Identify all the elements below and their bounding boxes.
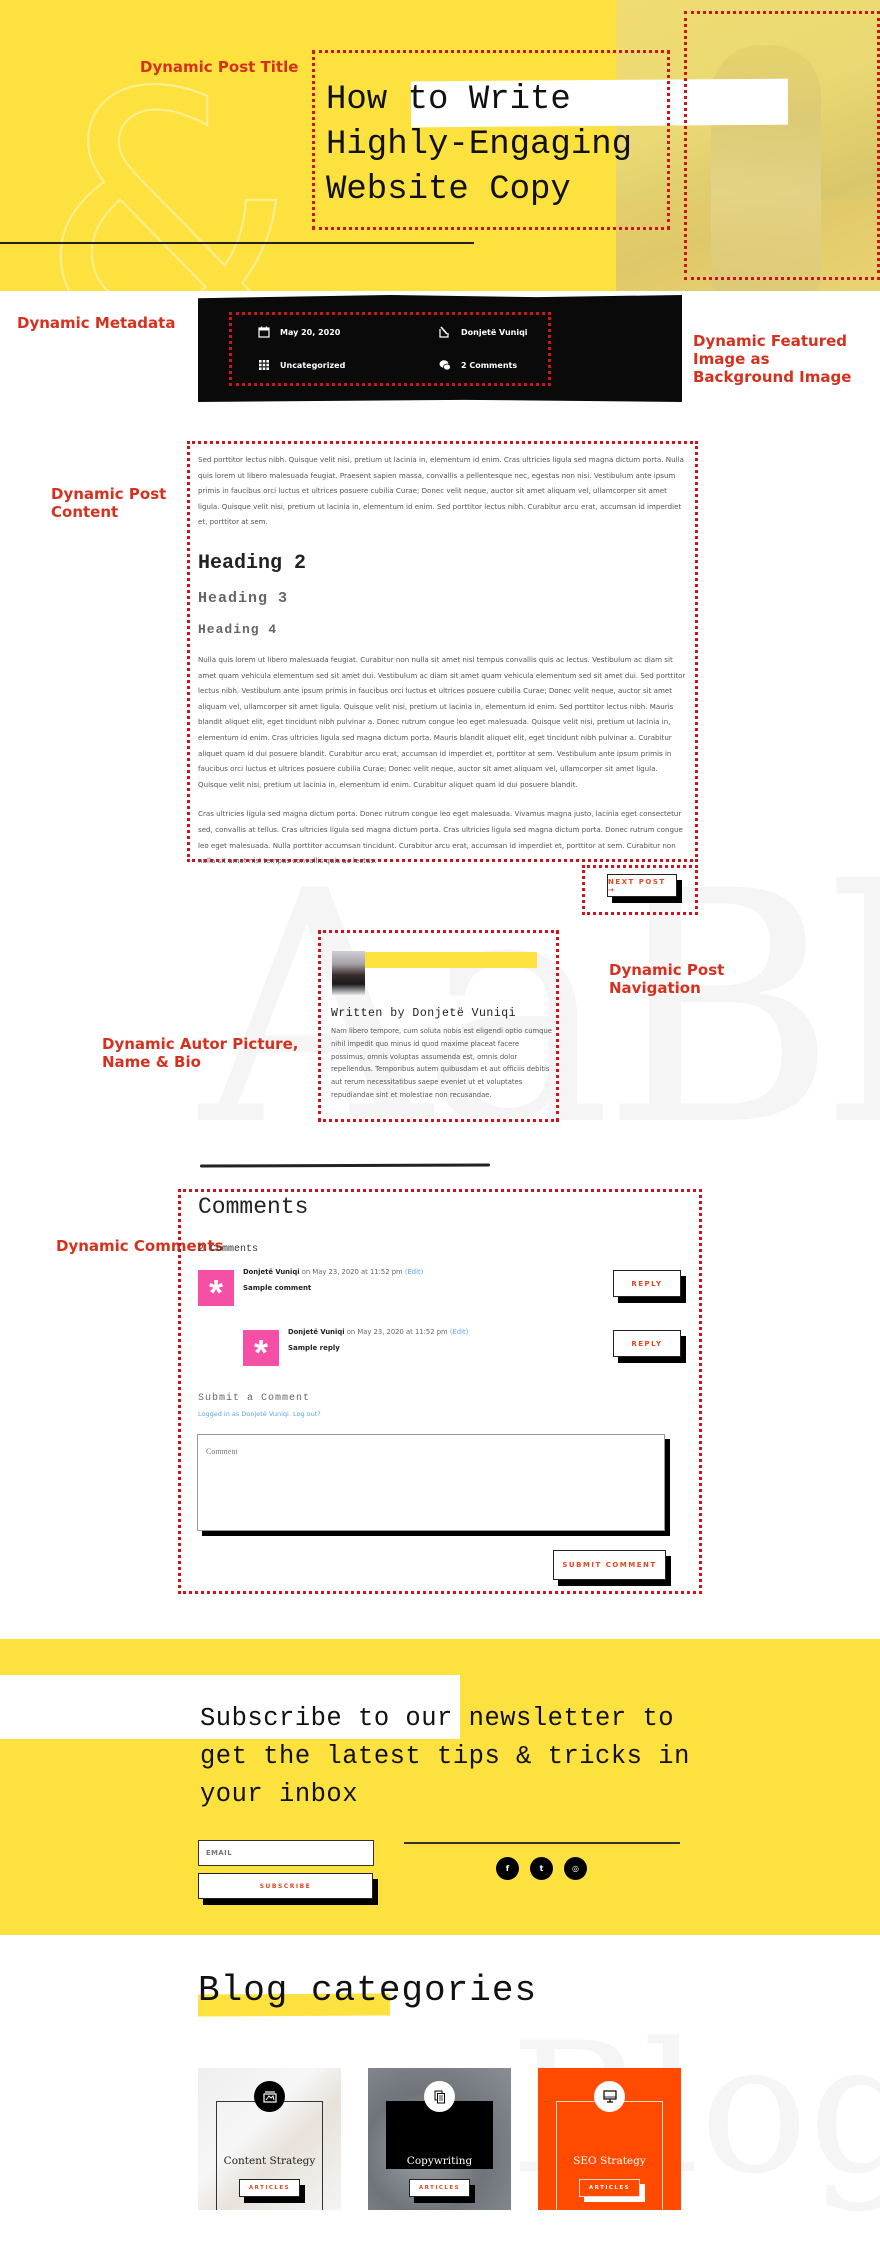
reply-button[interactable]: REPLY — [613, 1270, 681, 1297]
facebook-icon[interactable]: f — [496, 1857, 519, 1880]
meta-author-text: Donjetë Vuniqi — [461, 327, 528, 337]
next-post-button[interactable]: NEXT POST → — [607, 874, 677, 897]
author-name: Written by Donjetë Vuniqi — [331, 1007, 517, 1020]
comment-avatar: * — [198, 1270, 234, 1311]
comment-avatar: * — [243, 1330, 279, 1371]
logged-in-link[interactable]: Logged in as Donjetë Vuniqi. Log out? — [198, 1410, 321, 1418]
hero-divider-line — [0, 242, 474, 244]
comment-textarea[interactable] — [197, 1434, 665, 1531]
author-avatar — [332, 951, 365, 995]
annotation-metadata: Dynamic Metadata — [17, 314, 176, 332]
comment-date: on May 23, 2020 at 11:52 pm — [344, 1328, 450, 1336]
articles-button[interactable]: ARTICLES — [579, 2179, 640, 2197]
comment-date: on May 23, 2020 at 11:52 pm — [299, 1268, 405, 1276]
annotation-author: Dynamic Autor Picture, Name & Bio — [102, 1035, 299, 1071]
comments-count: 2 Comments — [198, 1244, 259, 1255]
edit-icon — [439, 326, 451, 338]
articles-button[interactable]: ARTICLES — [409, 2179, 470, 2197]
hero-section: & How to Write Highly-Engaging Website C… — [0, 0, 880, 291]
metadata-outline — [229, 312, 551, 386]
category-card-copywriting[interactable]: Copywriting ARTICLES — [368, 2068, 511, 2210]
category-label: Copywriting — [406, 2155, 473, 2167]
email-input[interactable] — [198, 1840, 374, 1866]
ampersand-decoration: & — [39, 23, 298, 291]
meta-author[interactable]: Donjetë Vuniqi — [439, 326, 528, 338]
category-label: Content Strategy — [223, 2155, 316, 2167]
category-card-content-strategy[interactable]: Content Strategy ARTICLES — [198, 2068, 341, 2210]
grid-icon — [258, 359, 270, 371]
comments-title: Comments — [198, 1194, 309, 1220]
content-heading-4: Heading 4 — [198, 621, 278, 637]
comment-text: Sample comment — [243, 1284, 312, 1292]
submit-comment-button[interactable]: SUBMIT COMMENT — [553, 1550, 666, 1580]
title-outline — [312, 50, 670, 230]
annotation-post-title: Dynamic Post Title — [140, 58, 299, 76]
meta-date: May 20, 2020 — [258, 326, 340, 338]
content-paragraph-3: Cras ultricies ligula sed magna dictum p… — [198, 809, 683, 866]
meta-category[interactable]: Uncategorized — [258, 359, 345, 371]
comment-edit-link[interactable]: (Edit) — [405, 1268, 423, 1276]
annotation-post-content: Dynamic Post Content — [51, 485, 167, 521]
author-highlight — [355, 952, 537, 968]
featured-image-outline — [684, 11, 880, 280]
calendar-icon — [258, 326, 270, 338]
comment-author[interactable]: Donjetë Vuniqi — [243, 1268, 300, 1276]
newsletter-title: Subscribe to our newsletter to get the l… — [200, 1704, 690, 1809]
twitter-icon[interactable]: t — [530, 1857, 553, 1880]
category-card-seo-strategy[interactable]: SEO Strategy ARTICLES — [538, 2068, 681, 2210]
category-label: SEO Strategy — [573, 2155, 646, 2167]
comment-text: Sample reply — [288, 1344, 340, 1352]
content-heading-3: Heading 3 — [198, 589, 289, 607]
comment-meta: Donjetë Vuniqi on May 23, 2020 at 11:52 … — [288, 1328, 468, 1336]
meta-comments-text: 2 Comments — [461, 360, 518, 370]
meta-date-text: May 20, 2020 — [280, 327, 341, 337]
annotation-post-navigation: Dynamic Post Navigation — [609, 961, 725, 997]
articles-button[interactable]: ARTICLES — [239, 2179, 300, 2197]
content-heading-2: Heading 2 — [198, 551, 307, 575]
blog-categories-title: Blog categories — [198, 1970, 538, 2011]
comment-edit-link[interactable]: (Edit) — [450, 1328, 468, 1336]
author-bio: Nam libero tempore, cum soluta nobis est… — [331, 1027, 552, 1099]
content-paragraph-2: Nulla quis lorem ut libero malesuada feu… — [198, 654, 686, 789]
documents-icon — [424, 2081, 455, 2112]
instagram-icon[interactable]: ◎ — [564, 1857, 587, 1880]
meta-comments[interactable]: 2 Comments — [439, 359, 517, 371]
content-paragraph-1: Sed porttitor lectus nibh. Quisque velit… — [198, 455, 684, 527]
comments-icon — [439, 359, 451, 371]
submit-comment-title: Submit a Comment — [198, 1393, 311, 1404]
post-content: Sed porttitor lectus nibh. Quisque velit… — [198, 452, 688, 869]
monitor-icon — [594, 2081, 625, 2112]
reply-button[interactable]: REPLY — [613, 1330, 681, 1357]
comment-author[interactable]: Donjetë Vuniqi — [288, 1328, 345, 1336]
annotation-featured-image: Dynamic Featured Image as Background Ima… — [693, 332, 852, 386]
image-box-icon — [254, 2081, 285, 2112]
meta-category-text: Uncategorized — [280, 360, 346, 370]
comment-meta: Donjetë Vuniqi on May 23, 2020 at 11:52 … — [243, 1268, 423, 1276]
newsletter-divider-line — [404, 1842, 680, 1844]
subscribe-button[interactable]: SUBSCRIBE — [198, 1873, 373, 1899]
